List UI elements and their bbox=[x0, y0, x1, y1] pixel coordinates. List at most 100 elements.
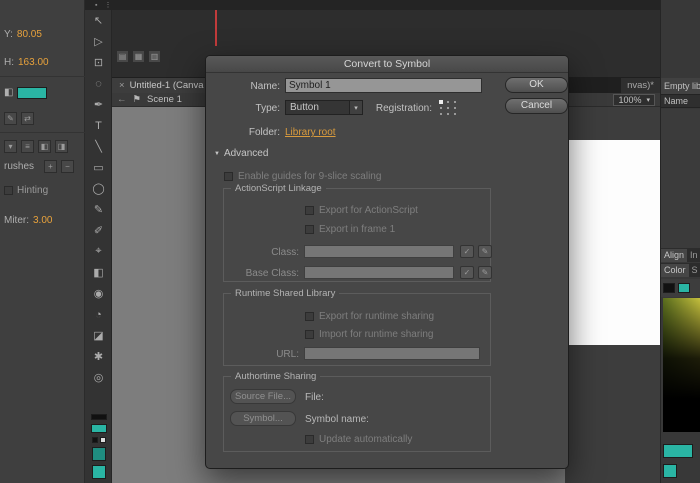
default-colors-icon[interactable] bbox=[92, 437, 98, 443]
cancel-button[interactable]: Cancel bbox=[505, 98, 568, 114]
playhead[interactable] bbox=[215, 10, 217, 46]
registration-grid[interactable] bbox=[437, 99, 459, 117]
swap-colors-icon[interactable] bbox=[100, 437, 106, 443]
close-icon[interactable]: × bbox=[119, 80, 125, 91]
zoom-control[interactable]: 100% ▾ bbox=[613, 94, 655, 106]
add-brush-button[interactable]: + bbox=[44, 160, 57, 173]
selection-tool-icon[interactable]: ↖ bbox=[85, 10, 112, 31]
url-field[interactable] bbox=[304, 347, 480, 360]
type-dropdown[interactable]: Button ▾ bbox=[285, 100, 363, 115]
registration-dot[interactable] bbox=[454, 113, 456, 115]
line-tool-icon[interactable]: ╲ bbox=[85, 136, 112, 157]
onion-skin-icon[interactable]: ▥ bbox=[148, 50, 161, 63]
lasso-tool-icon[interactable]: ◌ bbox=[85, 73, 112, 94]
stroke-pencil-icon[interactable]: ✎ bbox=[4, 112, 17, 125]
fill-color-swatch[interactable] bbox=[17, 87, 47, 99]
swatch-row-2 bbox=[661, 463, 700, 478]
advanced-label: Advanced bbox=[224, 148, 268, 159]
library-name-header[interactable]: Name bbox=[661, 94, 700, 108]
hand-tool-icon[interactable]: ✱ bbox=[85, 346, 112, 367]
tab-color[interactable]: Color bbox=[661, 264, 689, 277]
symbol-button[interactable]: Symbol... bbox=[230, 411, 296, 426]
free-transform-tool-icon[interactable]: ⊡ bbox=[85, 52, 112, 73]
document-tab-active[interactable]: × Untitled-1 (Canva bbox=[112, 78, 210, 93]
selected-fill-swatch[interactable] bbox=[92, 447, 106, 461]
base-class-field[interactable] bbox=[304, 266, 454, 279]
registration-dot-selected[interactable] bbox=[439, 100, 443, 104]
y-position-value[interactable]: 80.05 bbox=[17, 29, 42, 40]
text-tool-icon[interactable]: T bbox=[85, 115, 112, 136]
symbol-name-input[interactable]: Symbol 1 bbox=[285, 78, 482, 93]
validate-class-icon[interactable]: ✓ bbox=[460, 245, 474, 258]
eyedropper-tool-icon[interactable]: ◔ bbox=[85, 304, 112, 325]
bone-tool-icon[interactable]: ⌖ bbox=[85, 241, 112, 262]
tool-list: ↖▷⊡◌✒T╲▭◯✎✐⌖◧◉◔◪✱◎ bbox=[85, 10, 111, 388]
color-gradient-picker[interactable] bbox=[663, 298, 700, 432]
tab-info-fragment[interactable]: In bbox=[690, 250, 698, 260]
subselection-tool-icon[interactable]: ▷ bbox=[85, 31, 112, 52]
advanced-toggle[interactable]: ▼ Advanced bbox=[214, 148, 268, 159]
fill-color-chip[interactable] bbox=[678, 283, 690, 293]
swap-colors-icon[interactable]: ⇄ bbox=[21, 112, 34, 125]
remove-brush-button[interactable]: − bbox=[61, 160, 74, 173]
registration-dot[interactable] bbox=[440, 113, 442, 115]
stroke-style-row: ▾ ≡ ◧ ◨ bbox=[4, 140, 68, 153]
ok-button[interactable]: OK bbox=[505, 77, 568, 93]
hinting-checkbox[interactable] bbox=[4, 186, 13, 195]
library-name-header-text: Name bbox=[664, 96, 688, 106]
registration-dot[interactable] bbox=[454, 107, 456, 109]
export-frame1-checkbox[interactable] bbox=[305, 225, 314, 234]
cap-option-icon[interactable]: ◧ bbox=[38, 140, 51, 153]
export-actionscript-checkbox[interactable] bbox=[305, 206, 314, 215]
rectangle-tool-icon[interactable]: ▭ bbox=[85, 157, 112, 178]
edit-class-icon[interactable]: ✎ bbox=[478, 245, 492, 258]
registration-dot[interactable] bbox=[447, 107, 449, 109]
back-icon[interactable]: ← bbox=[117, 94, 127, 105]
stroke-style-dropdown[interactable]: ▾ bbox=[4, 140, 17, 153]
zoom-tool-icon[interactable]: ◎ bbox=[85, 367, 112, 388]
pen-tool-icon[interactable]: ✒ bbox=[85, 94, 112, 115]
height-value[interactable]: 163.00 bbox=[18, 57, 49, 68]
export-runtime-checkbox[interactable] bbox=[305, 312, 314, 321]
tab-align[interactable]: Align bbox=[661, 249, 687, 262]
ink-bottle-tool-icon[interactable]: ◉ bbox=[85, 283, 112, 304]
stage-canvas[interactable] bbox=[565, 140, 660, 345]
folder-link[interactable]: Library root bbox=[285, 127, 336, 138]
library-item-list[interactable] bbox=[661, 109, 700, 248]
stroke-color-swatch[interactable] bbox=[91, 414, 107, 420]
panel-menu-icon[interactable]: ▪ bbox=[95, 2, 97, 9]
scene-breadcrumb[interactable]: Scene 1 bbox=[147, 94, 182, 105]
class-field[interactable] bbox=[304, 245, 454, 258]
source-file-button[interactable]: Source File... bbox=[230, 389, 296, 404]
type-label: Type: bbox=[206, 103, 280, 114]
folder-icon[interactable]: ▤ bbox=[116, 50, 129, 63]
brush-tool-icon[interactable]: ✐ bbox=[85, 220, 112, 241]
stroke-options-icon[interactable]: ≡ bbox=[21, 140, 34, 153]
center-frame-icon[interactable]: ▦ bbox=[132, 50, 145, 63]
dialog-title[interactable]: Convert to Symbol bbox=[206, 56, 568, 73]
oval-tool-icon[interactable]: ◯ bbox=[85, 178, 112, 199]
registration-dot[interactable] bbox=[454, 101, 456, 103]
fill-color-swatch-tool[interactable] bbox=[91, 424, 107, 433]
stroke-color-chip[interactable] bbox=[663, 283, 675, 293]
document-tab-fragment[interactable]: nvas)* bbox=[621, 78, 660, 93]
validate-base-class-icon[interactable]: ✓ bbox=[460, 266, 474, 279]
properties-panel: Y: 80.05 H: 163.00 ◧ ✎ ⇄ ▾ ≡ ◧ ◨ rushes … bbox=[0, 0, 85, 483]
import-runtime-checkbox[interactable] bbox=[305, 330, 314, 339]
tab-swatches-fragment[interactable]: S bbox=[692, 265, 698, 275]
miter-value[interactable]: 3.00 bbox=[33, 215, 52, 226]
join-option-icon[interactable]: ◨ bbox=[55, 140, 68, 153]
pencil-tool-icon[interactable]: ✎ bbox=[85, 199, 112, 220]
nine-slice-checkbox[interactable] bbox=[224, 172, 233, 181]
eraser-tool-icon[interactable]: ◪ bbox=[85, 325, 112, 346]
panel-options-icon[interactable]: ⋮ bbox=[104, 1, 111, 9]
registration-dot[interactable] bbox=[447, 101, 449, 103]
teal-swatch-small[interactable] bbox=[663, 464, 677, 478]
paint-bucket-tool-icon[interactable]: ◧ bbox=[85, 262, 112, 283]
update-automatically-checkbox[interactable] bbox=[305, 435, 314, 444]
edit-base-class-icon[interactable]: ✎ bbox=[478, 266, 492, 279]
registration-dot[interactable] bbox=[447, 113, 449, 115]
selected-fill-swatch-2[interactable] bbox=[92, 465, 106, 479]
registration-dot[interactable] bbox=[440, 107, 442, 109]
teal-swatch-large[interactable] bbox=[663, 444, 693, 458]
